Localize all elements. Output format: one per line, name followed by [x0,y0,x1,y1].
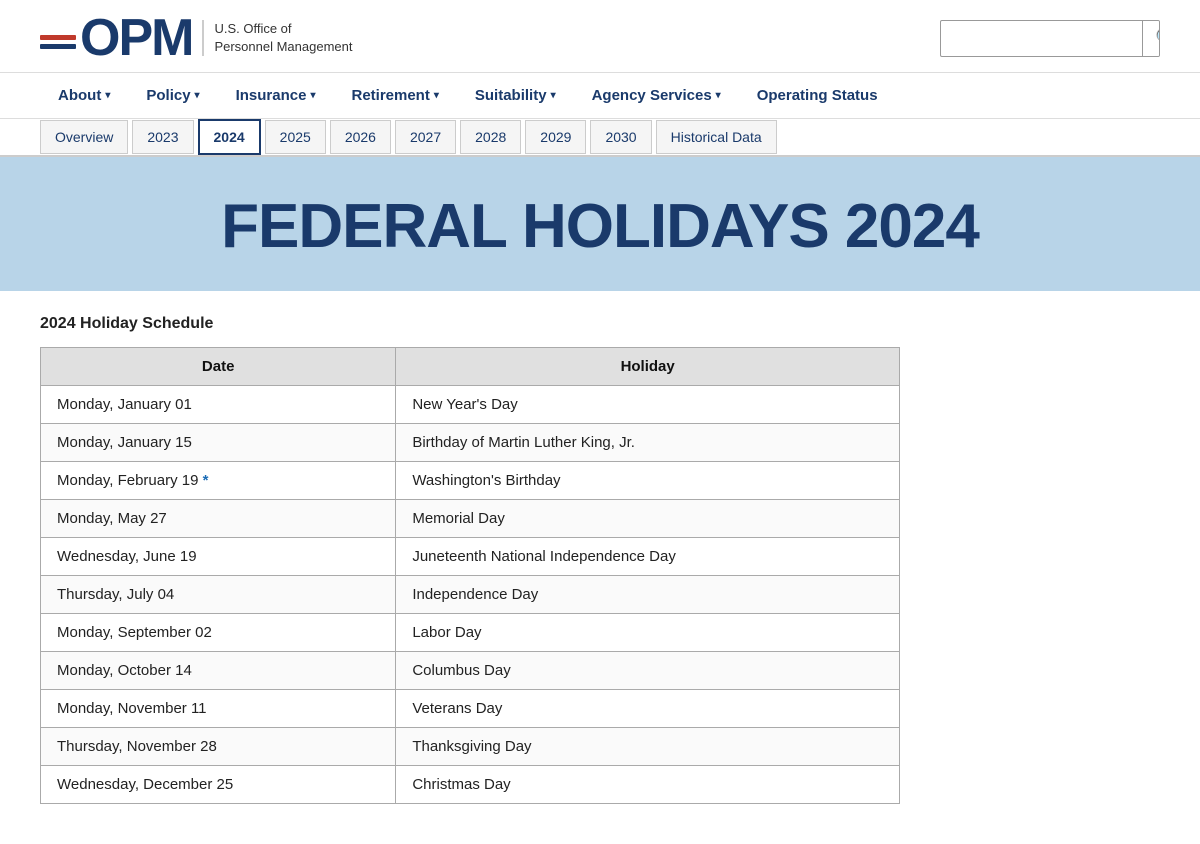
nav-item-agency-services[interactable]: Agency Services ▾ [574,73,739,118]
holiday-table: Date Holiday Monday, January 01New Year'… [40,347,900,804]
tab-overview[interactable]: Overview [40,120,128,154]
main-content: 2024 Holiday Schedule Date Holiday Monda… [0,291,1100,844]
table-cell-date: Monday, May 27 [41,500,396,538]
sub-nav: Overview 2023 2024 2025 2026 2027 2028 2… [0,119,1200,157]
asterisk-mark: * [198,472,208,489]
table-cell-holiday: Juneteenth National Independence Day [396,538,900,576]
table-cell-date: Monday, October 14 [41,652,396,690]
col-header-holiday: Holiday [396,348,900,386]
table-row: Monday, May 27Memorial Day [41,500,900,538]
col-header-date: Date [41,348,396,386]
tab-2026[interactable]: 2026 [330,120,391,154]
tab-historical-data[interactable]: Historical Data [656,120,777,154]
chevron-down-icon: ▾ [105,90,110,101]
opm-logo[interactable]: OPM U.S. Office of Personnel Management [40,12,352,64]
table-cell-date: Thursday, July 04 [41,576,396,614]
nav-item-suitability[interactable]: Suitability ▾ [457,73,574,118]
logo-area: OPM U.S. Office of Personnel Management [40,12,352,64]
tab-2024[interactable]: 2024 [198,119,261,155]
chevron-down-icon: ▾ [195,90,200,101]
search-button[interactable]: 🔍 [1142,21,1160,56]
table-cell-date: Wednesday, June 19 [41,538,396,576]
table-cell-holiday: New Year's Day [396,386,900,424]
table-cell-date: Monday, February 19 * [41,462,396,500]
table-cell-holiday: Labor Day [396,614,900,652]
table-cell-date: Thursday, November 28 [41,728,396,766]
tab-2028[interactable]: 2028 [460,120,521,154]
search-input[interactable] [941,23,1142,53]
chevron-down-icon: ▾ [551,90,556,101]
nav-item-retirement[interactable]: Retirement ▾ [333,73,456,118]
table-cell-holiday: Veterans Day [396,690,900,728]
table-cell-holiday: Independence Day [396,576,900,614]
table-row: Wednesday, June 19Juneteenth National In… [41,538,900,576]
table-row: Thursday, November 28Thanksgiving Day [41,728,900,766]
table-row: Monday, January 01New Year's Day [41,386,900,424]
table-cell-date: Monday, January 01 [41,386,396,424]
nav-item-about[interactable]: About ▾ [40,73,128,118]
table-cell-holiday: Memorial Day [396,500,900,538]
search-area: 🔍 [940,20,1160,57]
tab-2029[interactable]: 2029 [525,120,586,154]
table-cell-holiday: Thanksgiving Day [396,728,900,766]
opm-tagline: U.S. Office of Personnel Management [202,20,352,56]
table-cell-date: Monday, November 11 [41,690,396,728]
table-row: Monday, February 19 *Washington's Birthd… [41,462,900,500]
table-cell-holiday: Washington's Birthday [396,462,900,500]
site-header: OPM U.S. Office of Personnel Management … [0,0,1200,73]
tab-2025[interactable]: 2025 [265,120,326,154]
nav-item-policy[interactable]: Policy ▾ [128,73,217,118]
chevron-down-icon: ▾ [310,90,315,101]
tab-2027[interactable]: 2027 [395,120,456,154]
hero-banner: FEDERAL HOLIDAYS 2024 [0,157,1200,291]
table-row: Monday, September 02Labor Day [41,614,900,652]
tab-2023[interactable]: 2023 [132,120,193,154]
hero-title: FEDERAL HOLIDAYS 2024 [40,193,1160,261]
table-cell-holiday: Birthday of Martin Luther King, Jr. [396,424,900,462]
tab-2030[interactable]: 2030 [590,120,651,154]
table-row: Thursday, July 04Independence Day [41,576,900,614]
opm-text: OPM [80,12,192,64]
table-row: Monday, November 11Veterans Day [41,690,900,728]
main-nav: About ▾ Policy ▾ Insurance ▾ Retirement … [0,73,1200,119]
nav-item-insurance[interactable]: Insurance ▾ [218,73,334,118]
table-cell-date: Monday, September 02 [41,614,396,652]
chevron-down-icon: ▾ [434,90,439,101]
table-row: Monday, October 14Columbus Day [41,652,900,690]
schedule-title: 2024 Holiday Schedule [40,315,1060,333]
table-cell-date: Monday, January 15 [41,424,396,462]
table-row: Wednesday, December 25Christmas Day [41,766,900,804]
table-cell-holiday: Columbus Day [396,652,900,690]
chevron-down-icon: ▾ [716,90,721,101]
table-row: Monday, January 15Birthday of Martin Lut… [41,424,900,462]
table-cell-date: Wednesday, December 25 [41,766,396,804]
table-cell-holiday: Christmas Day [396,766,900,804]
nav-item-operating-status[interactable]: Operating Status [739,73,896,118]
